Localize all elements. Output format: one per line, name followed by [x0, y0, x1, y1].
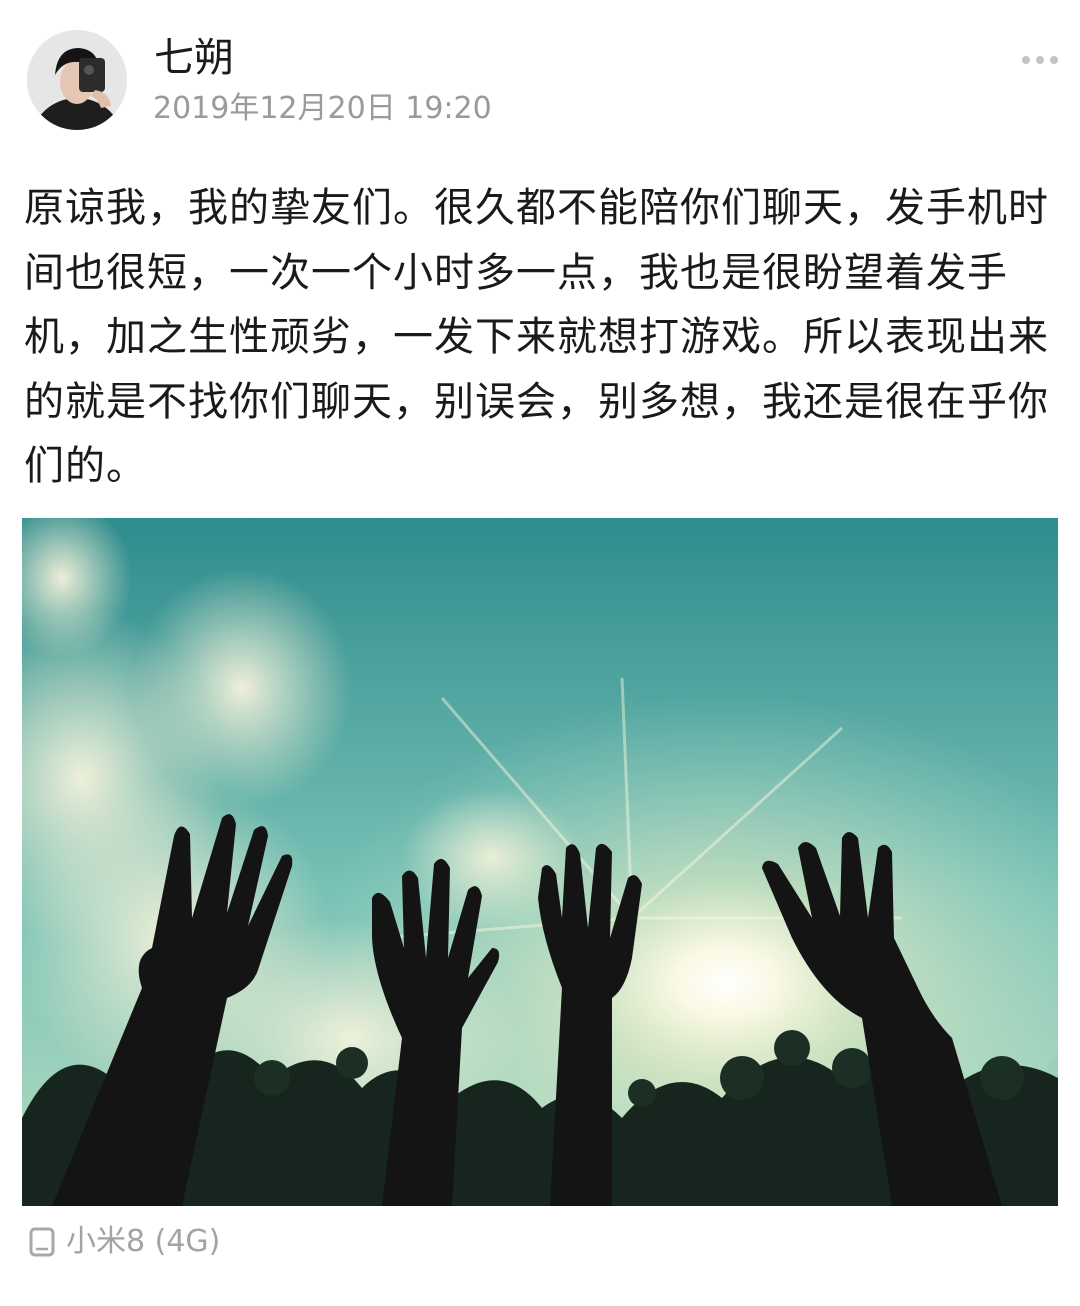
avatar-image	[27, 30, 127, 130]
post-footer: 小米8 (4G)	[28, 1222, 220, 1262]
raised-hands-sun-photo	[22, 518, 1058, 1206]
author-name[interactable]: 七朔	[154, 34, 234, 82]
post-image[interactable]	[22, 518, 1058, 1206]
more-options-button[interactable]	[1012, 42, 1068, 78]
post-timestamp: 2019年12月20日 19:20	[153, 91, 492, 126]
phone-icon	[29, 1227, 55, 1257]
post-header: 七朔 2019年12月20日 19:20	[0, 0, 1080, 150]
avatar[interactable]	[27, 30, 127, 130]
more-dots-icon	[1022, 56, 1058, 64]
device-label: 小米8 (4G)	[66, 1224, 221, 1259]
post-text: 原谅我，我的挚友们。很久都不能陪你们聊天，发手机时间也很短，一次一个小时多一点，…	[24, 185, 1049, 489]
